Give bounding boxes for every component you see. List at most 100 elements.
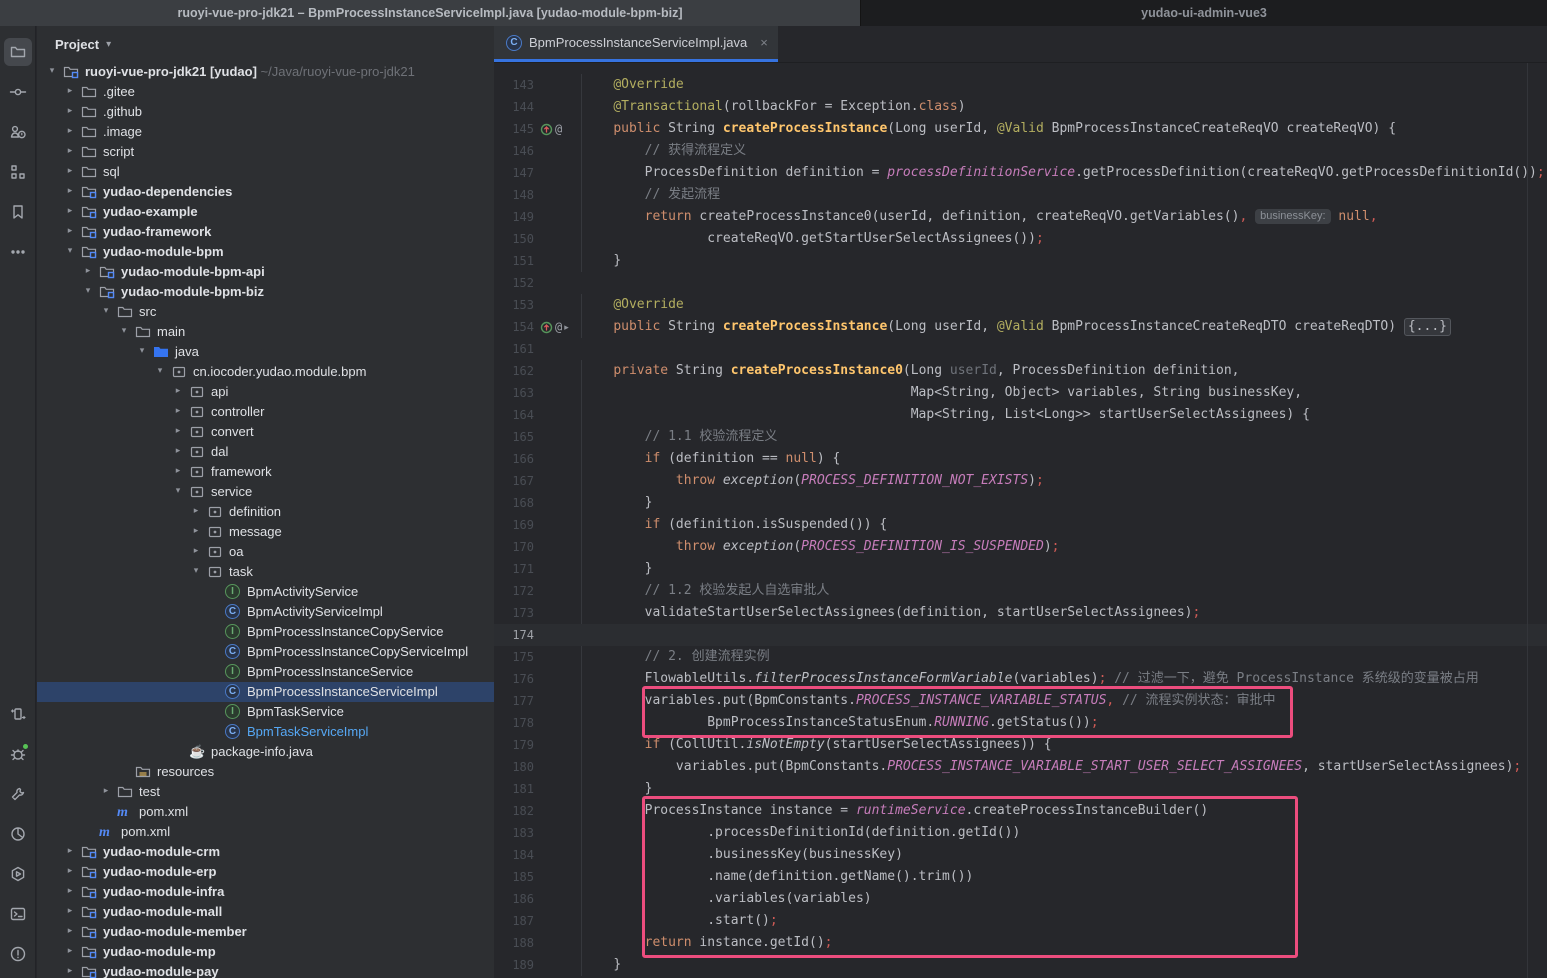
code-line-164[interactable]: 164 Map<String, List<Long>> startUserSel… xyxy=(494,404,1547,426)
code-line-184[interactable]: 184 .businessKey(businessKey) xyxy=(494,844,1547,866)
code-line-187[interactable]: 187 .start(); xyxy=(494,910,1547,932)
code-line-161[interactable]: 161 xyxy=(494,338,1547,360)
chevron-collapsed-icon[interactable]: ▸ xyxy=(189,525,203,536)
services-icon[interactable] xyxy=(4,860,32,888)
code-line-183[interactable]: 183 .processDefinitionId(definition.getI… xyxy=(494,822,1547,844)
code-line-176[interactable]: 176 FlowableUtils.filterProcessInstanceF… xyxy=(494,668,1547,690)
chevron-expanded-icon[interactable]: ▾ xyxy=(99,305,113,316)
project-panel-header[interactable]: Project ▾ xyxy=(37,26,494,62)
chevron-collapsed-icon[interactable]: ▸ xyxy=(63,165,77,176)
chevron-expanded-icon[interactable]: ▾ xyxy=(45,65,59,76)
code-line-148[interactable]: 148 // 发起流程 xyxy=(494,184,1547,206)
vcs-commit-icon[interactable] xyxy=(4,78,32,106)
code-line-178[interactable]: 178 BpmProcessInstanceStatusEnum.RUNNING… xyxy=(494,712,1547,734)
tree-item-bpmactivityservice[interactable]: IBpmActivityService xyxy=(37,582,494,602)
chevron-collapsed-icon[interactable]: ▸ xyxy=(63,85,77,96)
tab-bpmprocessinstanceserviceimpl[interactable]: C BpmProcessInstanceServiceImpl.java × xyxy=(494,26,778,62)
chevron-collapsed-icon[interactable]: ▸ xyxy=(63,845,77,856)
tree-item-main[interactable]: ▾main xyxy=(37,322,494,342)
tree-item-bpmprocessinstancecopyserviceimpl[interactable]: CBpmProcessInstanceCopyServiceImpl xyxy=(37,642,494,662)
tree-item-task[interactable]: ▾task xyxy=(37,562,494,582)
tree-item-oa[interactable]: ▸oa xyxy=(37,542,494,562)
structure-icon[interactable] xyxy=(4,158,32,186)
chevron-collapsed-icon[interactable]: ▸ xyxy=(99,785,113,796)
chevron-collapsed-icon[interactable]: ▸ xyxy=(171,445,185,456)
editor-scrollbar[interactable] xyxy=(1527,63,1547,978)
code-line-172[interactable]: 172 // 1.2 校验发起人自选审批人 xyxy=(494,580,1547,602)
tree-item-bpmtaskservice[interactable]: IBpmTaskService xyxy=(37,702,494,722)
chevron-collapsed-icon[interactable]: ▸ xyxy=(63,225,77,236)
pull-requests-icon[interactable] xyxy=(4,118,32,146)
chevron-collapsed-icon[interactable]: ▸ xyxy=(63,865,77,876)
tree-item-convert[interactable]: ▸convert xyxy=(37,422,494,442)
chevron-collapsed-icon[interactable]: ▸ xyxy=(171,405,185,416)
code-line-189[interactable]: 189 } xyxy=(494,954,1547,976)
code-line-146[interactable]: 146 // 获得流程定义 xyxy=(494,140,1547,162)
tree-item-yudao-module-mall[interactable]: ▸yudao-module-mall xyxy=(37,902,494,922)
running-devices-icon[interactable] xyxy=(4,700,32,728)
code-line-181[interactable]: 181 } xyxy=(494,778,1547,800)
code-line-168[interactable]: 168 } xyxy=(494,492,1547,514)
chevron-collapsed-icon[interactable]: ▸ xyxy=(63,125,77,136)
tree-item-message[interactable]: ▸message xyxy=(37,522,494,542)
code-line-145[interactable]: 145@ public String createProcessInstance… xyxy=(494,118,1547,140)
code-line-170[interactable]: 170 throw exception(PROCESS_DEFINITION_I… xyxy=(494,536,1547,558)
tree-item-yudao-dependencies[interactable]: ▸yudao-dependencies xyxy=(37,182,494,202)
build-icon[interactable] xyxy=(4,780,32,808)
chevron-collapsed-icon[interactable]: ▸ xyxy=(81,265,95,276)
tree-item-src[interactable]: ▾src xyxy=(37,302,494,322)
code-line-173[interactable]: 173 validateStartUserSelectAssignees(def… xyxy=(494,602,1547,624)
tree-item-dal[interactable]: ▸dal xyxy=(37,442,494,462)
chevron-collapsed-icon[interactable]: ▸ xyxy=(63,185,77,196)
chevron-collapsed-icon[interactable]: ▸ xyxy=(171,465,185,476)
project-folder-icon[interactable] xyxy=(4,38,32,66)
chevron-collapsed-icon[interactable]: ▸ xyxy=(63,885,77,896)
tree-item-yudao-module-crm[interactable]: ▸yudao-module-crm xyxy=(37,842,494,862)
more-tool-windows-icon[interactable] xyxy=(4,238,32,266)
code-line-171[interactable]: 171 } xyxy=(494,558,1547,580)
tree-item-yudao-framework[interactable]: ▸yudao-framework xyxy=(37,222,494,242)
tree-item-bpmprocessinstancecopyservice[interactable]: IBpmProcessInstanceCopyService xyxy=(37,622,494,642)
code-line-167[interactable]: 167 throw exception(PROCESS_DEFINITION_N… xyxy=(494,470,1547,492)
code-line-166[interactable]: 166 if (definition == null) { xyxy=(494,448,1547,470)
terminal-icon[interactable] xyxy=(4,900,32,928)
tree-item-yudao-module-pay[interactable]: ▸yudao-module-pay xyxy=(37,962,494,978)
tree-item-java[interactable]: ▾java xyxy=(37,342,494,362)
tree-item-pom-xml[interactable]: mpom.xml xyxy=(37,802,494,822)
tree-item-bpmtaskserviceimpl[interactable]: CBpmTaskServiceImpl xyxy=(37,722,494,742)
code-line-188[interactable]: 188 return instance.getId(); xyxy=(494,932,1547,954)
chevron-collapsed-icon[interactable]: ▸ xyxy=(63,105,77,116)
code-line-144[interactable]: 144 @Transactional(rollbackFor = Excepti… xyxy=(494,96,1547,118)
code-line-147[interactable]: 147 ProcessDefinition definition = proce… xyxy=(494,162,1547,184)
chevron-collapsed-icon[interactable]: ▸ xyxy=(189,545,203,556)
tree-item-script[interactable]: ▸script xyxy=(37,142,494,162)
tree-item--image[interactable]: ▸.image xyxy=(37,122,494,142)
bookmarks-icon[interactable] xyxy=(4,198,32,226)
tree-item-service[interactable]: ▾service xyxy=(37,482,494,502)
code-line-149[interactable]: 149 return createProcessInstance0(userId… xyxy=(494,206,1547,228)
folded-code-chip[interactable]: {...} xyxy=(1404,318,1451,336)
tree-item-api[interactable]: ▸api xyxy=(37,382,494,402)
code-line-165[interactable]: 165 // 1.1 校验流程定义 xyxy=(494,426,1547,448)
profiler-icon[interactable] xyxy=(4,820,32,848)
code-area[interactable]: 143 @Override144 @Transactional(rollback… xyxy=(494,63,1547,978)
tree-item-test[interactable]: ▸test xyxy=(37,782,494,802)
tree-item-bpmprocessinstanceservice[interactable]: IBpmProcessInstanceService xyxy=(37,662,494,682)
tree-item-yudao-module-bpm-api[interactable]: ▸yudao-module-bpm-api xyxy=(37,262,494,282)
tree-item-ruoyi-vue-pro-jdk21-yudao-[interactable]: ▾ruoyi-vue-pro-jdk21 [yudao] ~/Java/ruoy… xyxy=(37,62,494,82)
inactive-window-title[interactable]: yudao-ui-admin-vue3 xyxy=(860,0,1547,26)
tree-item-controller[interactable]: ▸controller xyxy=(37,402,494,422)
chevron-expanded-icon[interactable]: ▾ xyxy=(135,345,149,356)
code-line-185[interactable]: 185 .name(definition.getName().trim()) xyxy=(494,866,1547,888)
code-line-175[interactable]: 175 // 2. 创建流程实例 xyxy=(494,646,1547,668)
chevron-collapsed-icon[interactable]: ▸ xyxy=(189,505,203,516)
tree-item-cn-iocoder-yudao-module-bpm[interactable]: ▾cn.iocoder.yudao.module.bpm xyxy=(37,362,494,382)
chevron-collapsed-icon[interactable]: ▸ xyxy=(171,425,185,436)
tree-item-definition[interactable]: ▸definition xyxy=(37,502,494,522)
tree-item-framework[interactable]: ▸framework xyxy=(37,462,494,482)
code-line-143[interactable]: 143 @Override xyxy=(494,74,1547,96)
code-line-177[interactable]: 177 variables.put(BpmConstants.PROCESS_I… xyxy=(494,690,1547,712)
chevron-collapsed-icon[interactable]: ▸ xyxy=(63,205,77,216)
chevron-expanded-icon[interactable]: ▾ xyxy=(63,245,77,256)
tree-item-yudao-module-member[interactable]: ▸yudao-module-member xyxy=(37,922,494,942)
